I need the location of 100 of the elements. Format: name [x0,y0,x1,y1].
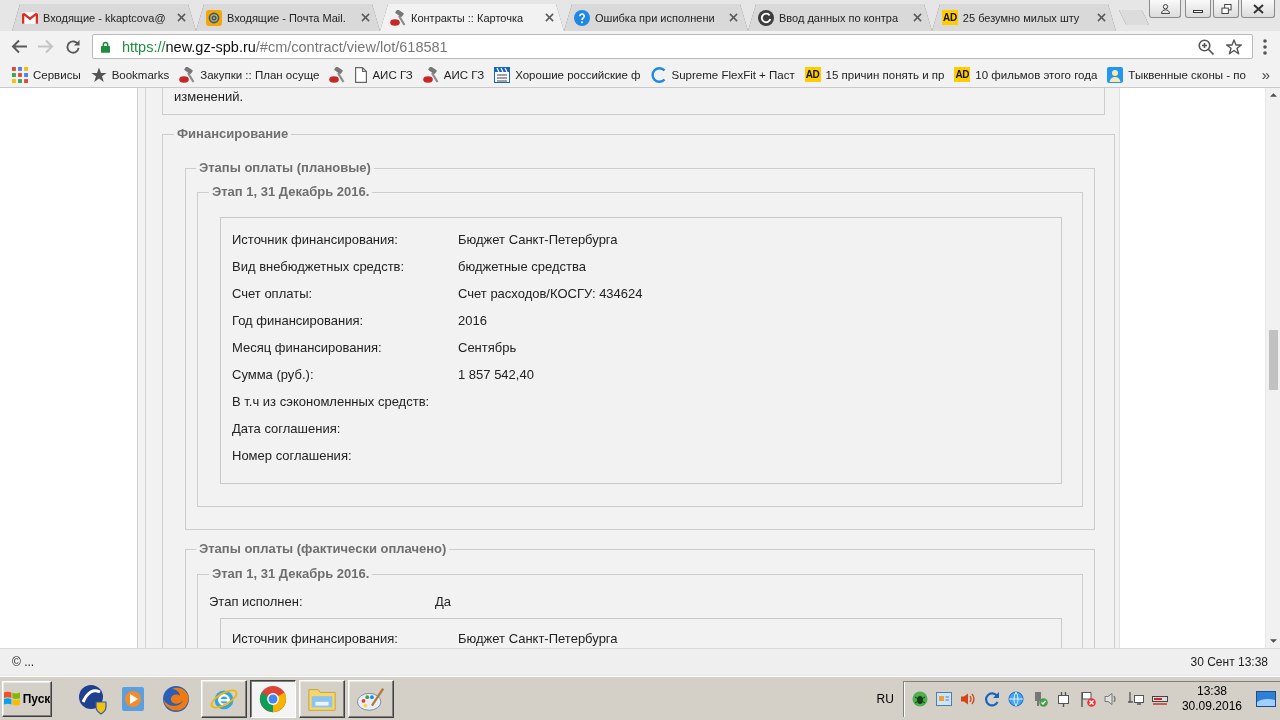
minimize-icon [1193,9,1203,13]
close-icon [545,13,554,22]
menu-icon [1263,38,1267,55]
shield-app-icon[interactable] [76,682,108,715]
show-desktop-icon[interactable] [1256,691,1276,707]
bookmark-item[interactable]: АИС ГЗ [418,63,489,86]
lock-icon [101,40,110,53]
minimize-button[interactable] [1185,0,1211,18]
user-icon [1159,3,1171,14]
gavel-icon [390,9,406,26]
close-tab-button[interactable] [727,11,740,24]
reload-icon [64,39,81,54]
bookmark-item[interactable]: Bookmarks [86,63,174,86]
browser-tab[interactable]: Контракты :: Карточка [380,4,564,31]
network-icon[interactable] [1127,691,1144,707]
field-value: Счет расходов/КОСГУ: 434624 [458,286,643,301]
section-text: изменений. [174,89,244,104]
browser-tab[interactable]: Входящие - kkaptcova@ [12,4,196,31]
close-tab-button[interactable] [911,11,924,24]
close-icon [729,13,738,22]
taskbar-window-button[interactable] [250,679,296,718]
close-icon [177,13,186,22]
field-value: бюджетные средства [458,259,586,274]
scroll-down-icon[interactable] [1269,639,1277,643]
close-tab-button[interactable] [543,11,556,24]
close-tab-button[interactable] [1095,11,1108,24]
speaker-icon[interactable] [959,691,976,707]
flag-logo-icon [3,691,20,706]
apps-grid-icon [12,66,28,83]
field-value: 1 857 542,40 [458,367,534,382]
field-label: В т.ч из сэкономленных средств: [232,394,430,409]
field-label: Этап исполнен: [209,594,303,609]
field-label: Вид внебюджетных средств: [232,259,405,274]
bookmark-item[interactable]: Хорошие российские ф [490,63,645,86]
browser-tab[interactable]: Ввод данных по контра [748,4,932,31]
help-icon [574,9,590,26]
close-icon [1097,13,1106,22]
zoom-icon[interactable] [1198,38,1214,55]
address-field[interactable]: https://new.gz-spb.ru/#cm/contract/view/lot/618581 [92,34,1253,59]
more-bookmarks-button[interactable]: » [1255,63,1276,86]
at-sign-icon [206,9,222,26]
back-arrow-icon [10,39,27,54]
scrollbar-track[interactable] [1265,88,1280,648]
bug-icon[interactable] [911,691,928,707]
ring-logo-icon [758,9,774,26]
field-label: Дата соглашения: [232,421,341,436]
bookmark-item[interactable]: АИС ГЗ [351,63,417,86]
group-legend: Этапы оплаты (плановые) [196,160,374,176]
field-label: Сумма (руб.): [232,367,314,382]
site-logo: AD [954,67,971,82]
plug-icon[interactable] [1055,691,1072,707]
gavel-icon [329,66,346,83]
browser-tab[interactable]: Ошибка при исполнени [564,4,748,31]
field-label: Месяц финансирования: [232,340,382,355]
globe-icon[interactable] [1007,691,1024,707]
gavel-icon [179,66,196,83]
arc-icon [650,66,667,83]
scrollbar-thumb[interactable] [1268,330,1278,390]
bookmark-item[interactable]: AD 10 фильмов этого года [950,63,1102,86]
stage-legend: Этап 1, 31 Декабрь 2016. [209,566,373,582]
close-tab-button[interactable] [359,11,372,24]
sync-icon[interactable] [983,691,1000,707]
document-icon [355,66,368,83]
bookmark-item[interactable]: Сервисы [8,63,85,86]
site-logo: AD [804,67,821,82]
site-logo: AD [942,10,958,25]
browser-tab[interactable]: Входящие - Почта Mail. [196,4,380,31]
bookmark-item[interactable]: Supreme FlexFit + Паст [646,63,799,86]
tray-clock[interactable]: 13:38 30.09.2016 [1175,684,1248,714]
close-window-button[interactable] [1241,0,1275,18]
restore-icon [1220,3,1232,14]
forward-arrow-icon [37,39,54,54]
start-button[interactable]: Пуск [2,680,52,717]
star-outline-icon[interactable] [1226,38,1242,55]
field-label: Год финансирования: [232,313,364,328]
browser-tab[interactable]: AD 25 безумно милых шту [932,4,1116,31]
field-value: Бюджет Санкт-Петербурга [458,232,618,247]
field-label: Счет оплаты: [232,286,313,301]
status-datetime: 30 Сент 13:38 [1190,655,1268,669]
restore-button[interactable] [1213,0,1239,18]
window-icon[interactable] [935,691,952,707]
stage-legend: Этап 1, 31 Декабрь 2016. [209,184,373,200]
close-tab-button[interactable] [175,11,188,24]
language-indicator[interactable]: RU [870,691,903,706]
close-icon [1252,3,1264,14]
field-value: Бюджет Санкт-Петербурга [458,631,618,646]
bookmark-item[interactable]: Закупки :: План осуще [175,63,324,86]
envelope-icon [22,9,38,26]
field-label: Источник финансирования: [232,631,398,646]
star-icon [90,66,107,83]
field-value: Да [435,594,452,609]
film-icon [494,66,511,83]
bookmark-item[interactable]: AD 15 причин понять и пр [800,63,949,86]
field-value: Сентябрь [458,340,517,355]
scroll-up-icon[interactable] [1269,93,1277,97]
profile-button[interactable] [1149,0,1181,18]
field-value: 2016 [458,313,487,328]
bookmark-item[interactable]: Тыквенные сконы - по [1103,63,1250,86]
close-icon [361,13,370,22]
flag-error-icon[interactable] [1079,691,1096,707]
